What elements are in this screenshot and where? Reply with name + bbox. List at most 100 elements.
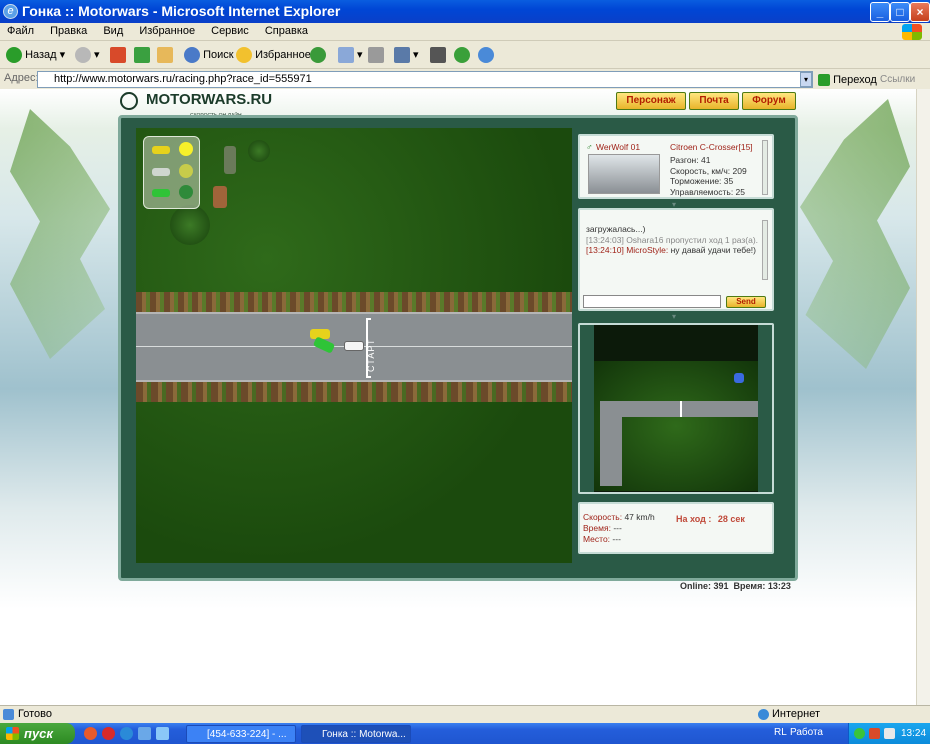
opera-icon[interactable] [102,727,115,740]
stop-icon [110,47,126,64]
online-count: Online: 391 [680,581,729,591]
work-label[interactable]: Работа [790,727,823,738]
menu-edit[interactable]: Правка [43,23,93,37]
chat-line: [13:24:03] Oshara16 пропустил ход 1 раз(… [586,235,762,246]
info-scrollbar[interactable] [762,140,768,195]
menu-view[interactable]: Вид [96,23,129,37]
quick-launch [84,727,184,741]
tray-antivirus-icon[interactable] [869,728,880,739]
road-edge-top [136,292,572,312]
start-button[interactable]: пуск [0,723,75,744]
status-text: Готово [18,708,52,720]
tray-icq-icon[interactable] [854,728,865,739]
car-white[interactable] [344,341,364,351]
quick-launch-icon[interactable] [84,727,97,740]
decor-leaves-right [800,99,910,369]
minimap-pond-icon [734,373,744,383]
start-label: СТАРТ [366,338,376,373]
task-label: [454-633-224] - ... [207,729,287,740]
minimize-button[interactable]: _ [870,2,890,22]
flower-icon [454,47,470,64]
task-browser[interactable]: Гонка :: Motorwa... [301,725,411,743]
minimap-road [600,401,758,417]
task-icq[interactable]: [454-633-224] - ... [186,725,296,743]
maximize-button[interactable]: □ [890,2,910,22]
go-label: Переход [833,74,877,86]
online-counter: Online: 391 Время: 13:23 [680,581,791,591]
home-button[interactable] [157,45,173,65]
clock[interactable]: 13:24 [901,723,926,744]
icq-button[interactable] [454,45,470,65]
turn-label: На ход : [676,514,712,524]
race-stats-panel: Скорость: 47 km/h Время: --- Место: --- … [578,502,774,554]
minimap-road-turn [600,401,622,486]
window-title-bar[interactable]: Гонка :: Motorwars - Microsoft Internet … [0,0,930,23]
chat-input[interactable] [583,295,721,308]
refresh-button[interactable] [134,45,150,65]
tree-icon [248,140,270,162]
search-button[interactable]: Поиск [184,45,234,65]
chat-time: [13:24:03] [586,234,624,245]
chat-time: [13:24:10] [586,245,624,255]
stop-button[interactable] [110,45,126,65]
time-value: --- [613,523,622,533]
back-arrow-icon [6,47,22,64]
back-button[interactable]: Назад ▾ [6,45,65,65]
favorites-button[interactable]: Избранное [236,45,311,65]
window-title: Гонка :: Motorwars - Microsoft Internet … [22,3,341,19]
chat-text: Oshara16 пропустил ход 1 раз(а). [626,234,759,245]
minimap-panel[interactable] [578,323,774,494]
chat-scrollbar[interactable] [762,220,768,280]
menu-file[interactable]: Файл [0,23,40,37]
nav-forum-button[interactable]: Форум [742,92,796,110]
explorer-icon[interactable] [138,727,151,740]
k-button[interactable] [430,45,446,65]
wheel-icon [120,92,138,110]
go-button[interactable]: Переход [818,72,877,88]
forward-button[interactable]: ▾ [75,45,100,65]
address-dropdown-button[interactable]: ▾ [800,72,812,87]
menu-favorites[interactable]: Избранное [132,23,201,37]
tray-volume-icon[interactable] [884,728,895,739]
toolbar: Назад ▾ ▾ Поиск Избранное ▾ ▾ [0,41,930,69]
history-button[interactable] [310,45,326,65]
windows-flag-icon [6,727,19,740]
close-button[interactable]: × [910,2,930,22]
send-button[interactable]: Send [726,296,766,308]
desktop-icon[interactable] [156,727,169,740]
history-icon [310,47,326,64]
chevron-down-icon: ▾ [672,312,677,321]
nav-mail-button[interactable]: Почта [689,92,739,110]
page-scrollbar[interactable] [916,89,930,705]
mail-button[interactable]: ▾ [338,45,363,65]
search-label: Поиск [203,49,234,61]
forward-arrow-icon [75,47,91,64]
ie-icon[interactable] [120,727,133,740]
menu-bar: Файл Правка Вид Избранное Сервис Справка [0,23,930,41]
page-icon [3,709,14,720]
messenger-icon [478,47,494,64]
print-button[interactable] [368,45,384,65]
road-edge-bottom [136,382,572,402]
chat-author[interactable]: MicroStyle: [626,245,668,255]
messenger-button[interactable] [478,45,494,65]
stat-speed: Скорость, км/ч: 209 [670,165,747,176]
edit-button[interactable]: ▾ [394,45,419,65]
player-car[interactable]: Citroen C-Crosser[15] [670,142,753,152]
site-logo[interactable]: MOTORWARS.RU СКОРОСТЬ ОН-ЛАЙН [118,90,308,119]
chat-line: [13:24:10] MicroStyle: ну давай удачи те… [586,245,762,256]
start-label: пуск [24,726,53,741]
language-indicator[interactable]: RL [774,727,787,738]
links-button[interactable]: Ссылки [880,74,915,85]
chat-text: ну давай удачи тебе!) [670,245,756,255]
stat-braking: Торможение: 35 [670,176,734,186]
menu-help[interactable]: Справка [258,23,314,37]
address-input[interactable]: http://www.motorwars.ru/racing.php?race_… [37,71,813,88]
legend-car-green [152,189,170,197]
player-name[interactable]: WerWolf 01 [596,142,640,152]
system-tray: 13:24 [848,723,930,744]
menu-tools[interactable]: Сервис [204,23,255,37]
windows-logo-icon [902,24,922,40]
nav-character-button[interactable]: Персонаж [616,92,686,110]
favorites-label: Избранное [255,49,311,61]
